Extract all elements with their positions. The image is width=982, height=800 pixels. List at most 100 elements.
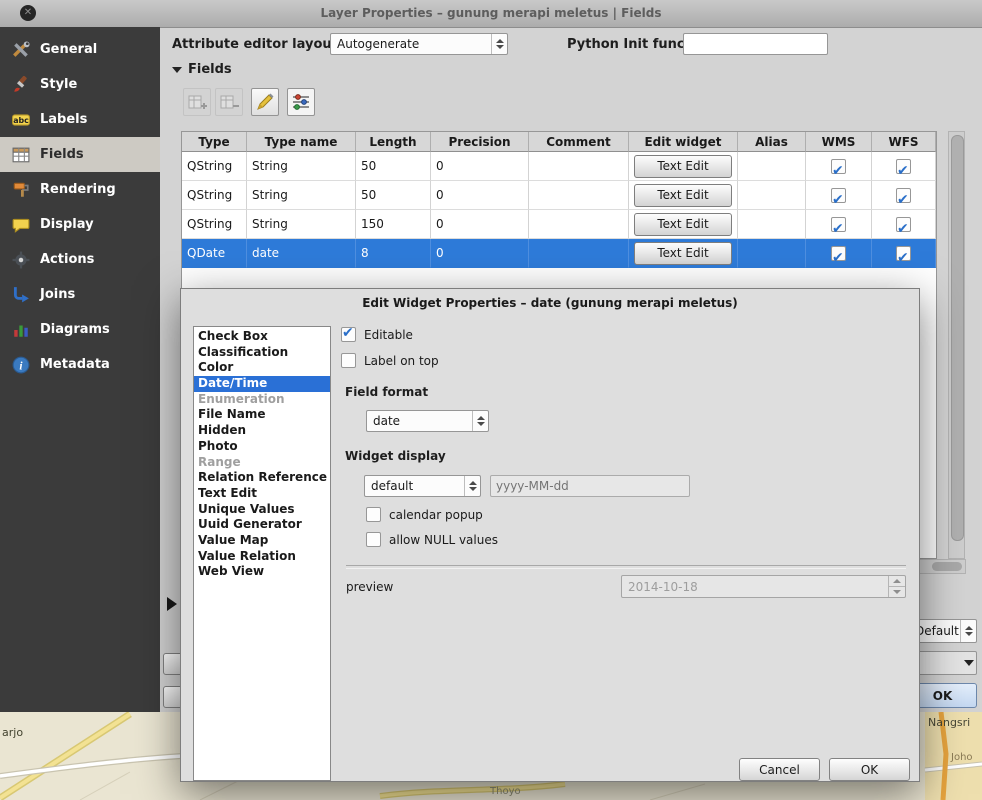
- vertical-scrollbar[interactable]: [948, 131, 965, 559]
- column-header-type[interactable]: Type: [182, 132, 247, 152]
- ok-button[interactable]: OK: [829, 758, 910, 781]
- edit-widget-button[interactable]: Text Edit: [634, 155, 732, 178]
- sidebar-item-actions[interactable]: Actions: [0, 242, 160, 277]
- edit-widget-button[interactable]: Text Edit: [634, 213, 732, 236]
- widget-display-label: Widget display: [345, 449, 446, 463]
- sidebar-item-display[interactable]: Display: [0, 207, 160, 242]
- vertical-scrollbar-thumb[interactable]: [951, 135, 964, 541]
- allow-null-checkbox-row[interactable]: allow NULL values: [366, 532, 498, 547]
- toggle-editing-button[interactable]: [251, 88, 279, 116]
- cell-precision: 0: [431, 239, 529, 268]
- attribute-editor-layout-value: Autogenerate: [331, 37, 491, 51]
- cell-type: QString: [182, 152, 247, 181]
- cancel-button[interactable]: Cancel: [739, 758, 820, 781]
- editable-label: Editable: [364, 328, 413, 342]
- cell-alias: [738, 239, 806, 268]
- widget-display-combo[interactable]: default: [364, 475, 481, 497]
- list-item[interactable]: Hidden: [194, 423, 330, 439]
- collapse-arrow-icon[interactable]: [172, 67, 182, 73]
- wfs-checkbox[interactable]: [896, 159, 911, 174]
- wms-checkbox[interactable]: [831, 217, 846, 232]
- column-header-edit-widget[interactable]: Edit widget: [629, 132, 738, 152]
- python-init-input[interactable]: [683, 33, 828, 55]
- list-item[interactable]: Value Map: [194, 533, 330, 549]
- calendar-popup-checkbox-row[interactable]: calendar popup: [366, 507, 483, 522]
- editable-checkbox[interactable]: [341, 327, 356, 342]
- horizontal-scrollbar-thumb[interactable]: [932, 562, 962, 571]
- cell-comment: [529, 210, 629, 239]
- list-item[interactable]: Value Relation: [194, 549, 330, 565]
- display-format-input: [490, 475, 690, 497]
- map-label-joho: Joho: [950, 752, 973, 763]
- editable-checkbox-row[interactable]: Editable: [341, 327, 413, 342]
- new-field-icon: [186, 91, 208, 113]
- sidebar-item-labels[interactable]: abc Labels: [0, 102, 160, 137]
- preview-label: preview: [346, 580, 393, 594]
- sidebar-item-style[interactable]: Style: [0, 67, 160, 102]
- column-header-type-name[interactable]: Type name: [247, 132, 356, 152]
- field-format-combo[interactable]: date: [366, 410, 489, 432]
- wfs-checkbox[interactable]: [896, 188, 911, 203]
- list-item[interactable]: File Name: [194, 407, 330, 423]
- map-label-arjo: arjo: [2, 726, 23, 739]
- speech-bubble-icon: [12, 216, 30, 234]
- sidebar-item-metadata[interactable]: i Metadata: [0, 347, 160, 382]
- column-header-length[interactable]: Length: [356, 132, 431, 152]
- list-item[interactable]: Photo: [194, 439, 330, 455]
- attribute-editor-layout-combo[interactable]: Autogenerate: [330, 33, 508, 55]
- list-item[interactable]: Uuid Generator: [194, 517, 330, 533]
- sidebar-item-label: Rendering: [40, 182, 116, 197]
- sliders-options-icon: [290, 91, 312, 113]
- cell-type-name: String: [247, 152, 356, 181]
- list-item[interactable]: Relation Reference: [194, 470, 330, 486]
- list-item[interactable]: Color: [194, 360, 330, 376]
- wms-checkbox[interactable]: [831, 246, 846, 261]
- wms-checkbox[interactable]: [831, 159, 846, 174]
- cell-comment: [529, 181, 629, 210]
- label-on-top-checkbox[interactable]: [341, 353, 356, 368]
- column-header-precision[interactable]: Precision: [431, 132, 529, 152]
- sidebar-item-fields[interactable]: Fields: [0, 137, 160, 172]
- edit-widget-button[interactable]: Text Edit: [634, 184, 732, 207]
- sidebar-item-diagrams[interactable]: Diagrams: [0, 312, 160, 347]
- wfs-checkbox[interactable]: [896, 217, 911, 232]
- label-on-top-checkbox-row[interactable]: Label on top: [341, 353, 439, 368]
- column-header-comment[interactable]: Comment: [529, 132, 629, 152]
- dock-expand-arrow-icon[interactable]: [167, 597, 177, 611]
- list-item[interactable]: Unique Values: [194, 502, 330, 518]
- widget-display-value: default: [365, 479, 464, 493]
- list-item[interactable]: Classification: [194, 345, 330, 361]
- cell-alias: [738, 210, 806, 239]
- sidebar-item-general[interactable]: General: [0, 32, 160, 67]
- preview-value: 2014-10-18: [622, 580, 888, 594]
- cell-type: QString: [182, 210, 247, 239]
- wfs-checkbox[interactable]: [896, 246, 911, 261]
- list-item[interactable]: Text Edit: [194, 486, 330, 502]
- list-item-selected[interactable]: Date/Time: [194, 376, 330, 392]
- sidebar-item-rendering[interactable]: Rendering: [0, 172, 160, 207]
- column-header-wms[interactable]: WMS: [806, 132, 872, 152]
- edit-widget-button[interactable]: Text Edit: [634, 242, 732, 265]
- list-item[interactable]: Check Box: [194, 329, 330, 345]
- svg-text:abc: abc: [13, 115, 29, 124]
- list-item[interactable]: Web View: [194, 564, 330, 580]
- delete-field-button[interactable]: [215, 88, 243, 116]
- calendar-popup-checkbox[interactable]: [366, 507, 381, 522]
- window-titlebar[interactable]: ✕ Layer Properties – gunung merapi melet…: [0, 0, 982, 28]
- sidebar-item-label: Joins: [40, 287, 75, 302]
- join-arrow-icon: [12, 286, 30, 304]
- column-header-alias[interactable]: Alias: [738, 132, 806, 152]
- allow-null-checkbox[interactable]: [366, 532, 381, 547]
- cell-type-name: date: [247, 239, 356, 268]
- fields-section-label: Fields: [188, 62, 232, 77]
- list-item-disabled: Range: [194, 455, 330, 471]
- column-header-wfs[interactable]: WFS: [872, 132, 936, 152]
- wms-checkbox[interactable]: [831, 188, 846, 203]
- cell-comment: [529, 152, 629, 181]
- info-icon: i: [12, 356, 30, 374]
- widget-options-button[interactable]: [287, 88, 315, 116]
- spinner-arrows-icon: [472, 411, 488, 431]
- cell-type: QDate: [182, 239, 247, 268]
- new-field-button[interactable]: [183, 88, 211, 116]
- sidebar-item-joins[interactable]: Joins: [0, 277, 160, 312]
